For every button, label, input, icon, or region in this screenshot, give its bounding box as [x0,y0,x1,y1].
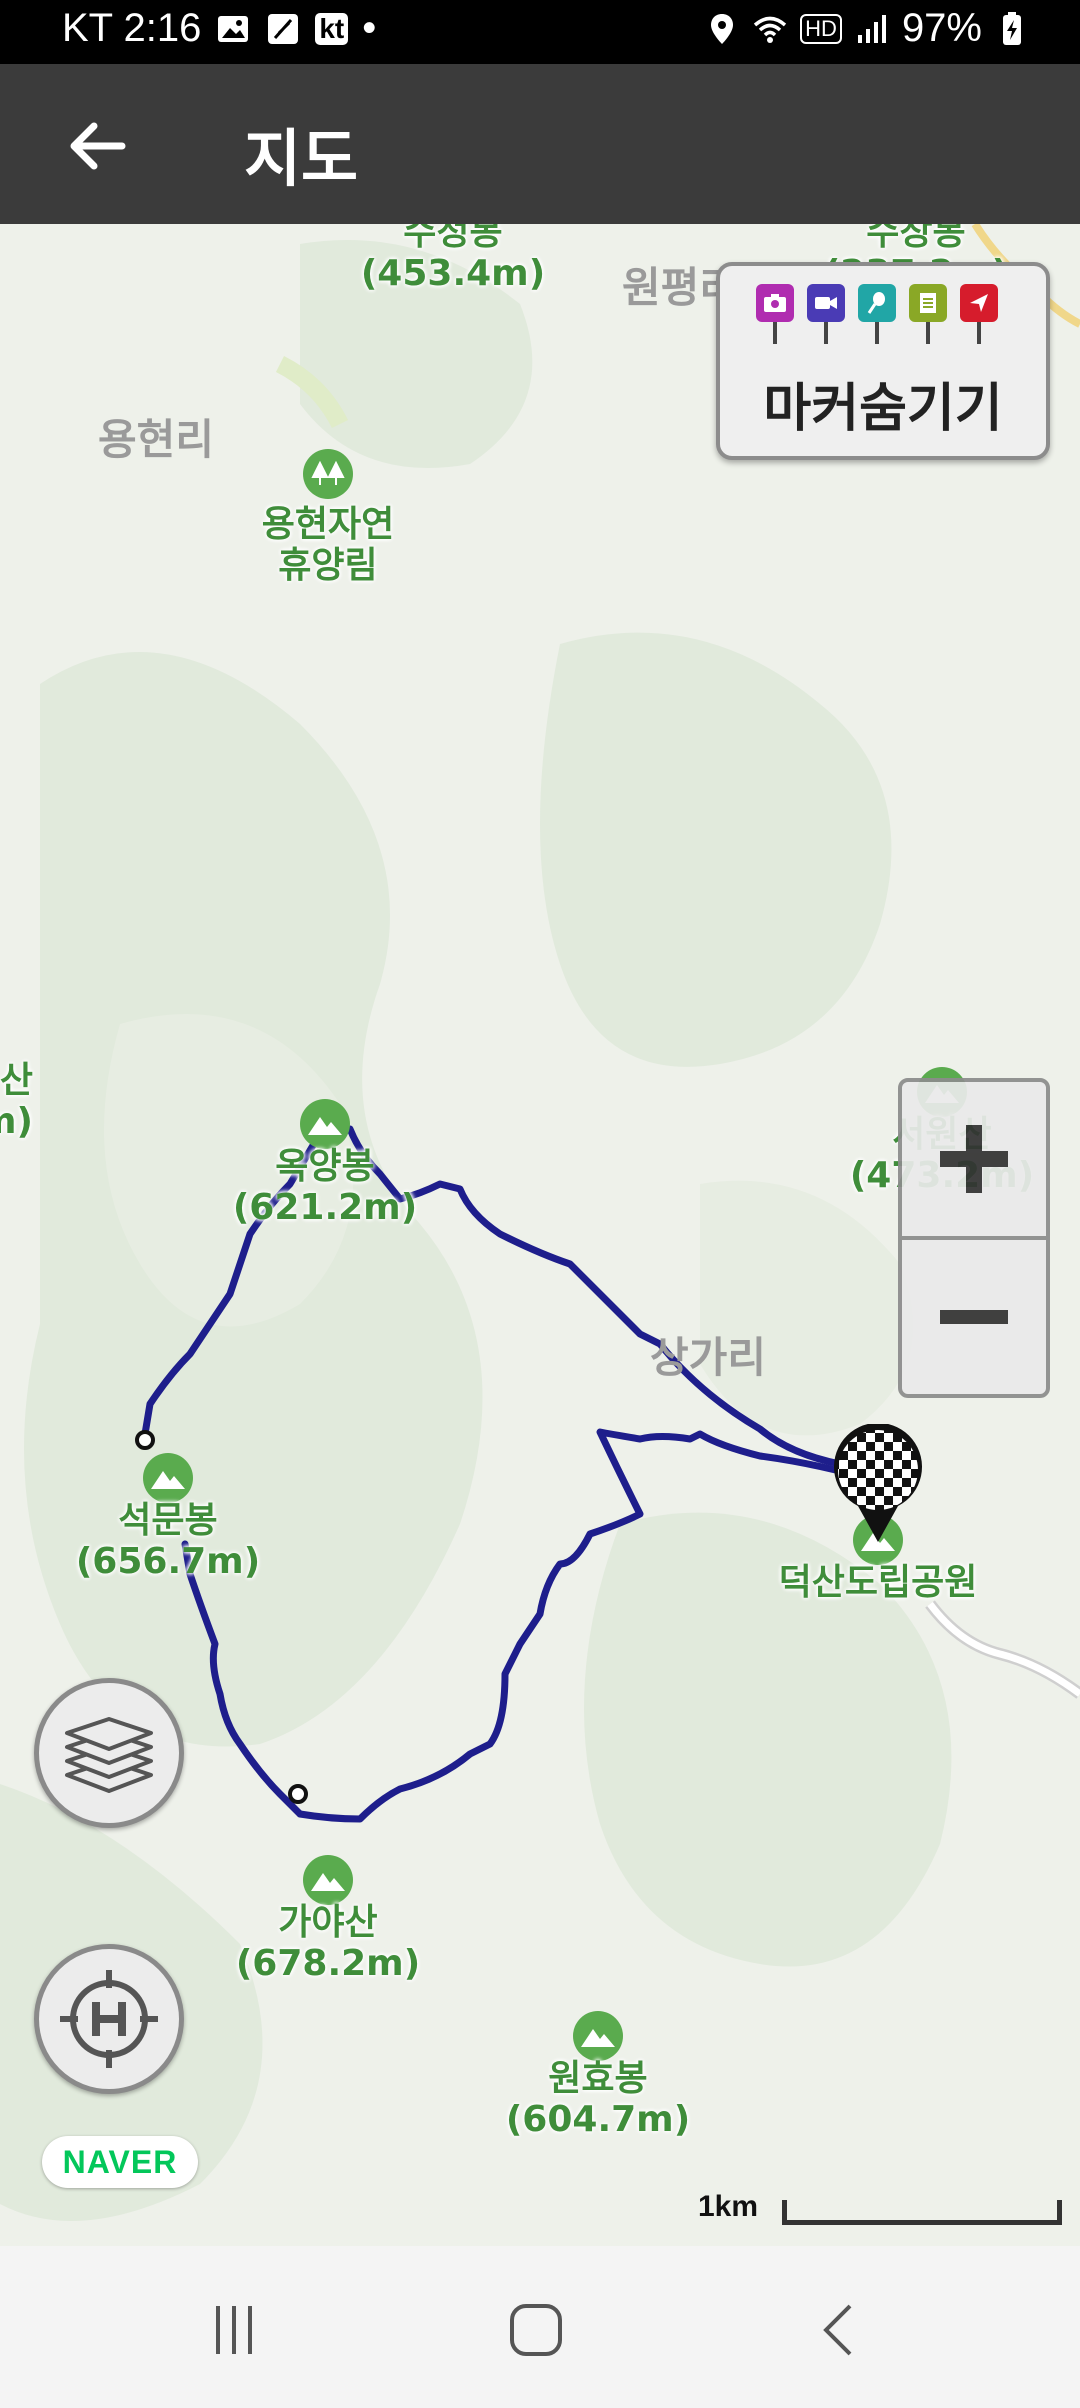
peak-height: (678.2m) [235,1943,421,1985]
naver-logo: NAVER [42,2136,198,2188]
layers-icon [65,1717,153,1793]
zoom-control [898,1078,1050,1398]
peak-height: (656.7m) [75,1541,261,1583]
village-label: 용현리 [98,415,214,464]
feather-icon [268,13,299,44]
peak-height: (604.7m) [505,2099,691,2141]
battery-charging-icon [1003,11,1021,45]
peak-name: 석문봉 [118,1500,218,1541]
peak-label: 원효봉 (604.7m) [506,2058,690,2141]
mountain-icon [143,1453,193,1503]
kt-badge: kt [315,12,349,45]
system-nav-bar [0,2246,1080,2408]
home-icon [510,2304,562,2356]
plus-icon [940,1125,1008,1193]
zoom-in-button[interactable] [902,1082,1046,1236]
scale-bar [782,2200,1062,2225]
mountain-icon [573,2011,623,2061]
peak-height: m) [0,1101,33,1143]
back-icon [823,2304,852,2356]
marker-hide-button[interactable]: 마커숨기기 [716,262,1050,460]
peak-name: 원효봉 [548,2058,648,2099]
status-right: HD 97% [704,6,1030,51]
camera-icon [764,294,786,312]
helipad-target-icon [60,1970,158,2068]
my-location-button[interactable] [34,1944,184,2094]
peak-name: 수창봉 [866,224,966,253]
poi-name-2: 휴양림 [278,545,378,587]
arrow-left-icon [70,122,126,170]
peak-label: 가야산 (678.2m) [236,1902,420,1985]
poi-label: 덕산도립공원 [778,1562,978,1603]
peak-label: 옥양봉 (621.2m) [233,1146,417,1229]
notification-dot: • [362,6,377,50]
signal-icon [857,14,886,43]
voice-icon [867,292,885,314]
recents-icon [216,2306,252,2354]
battery-percent: 97% [901,6,982,50]
minus-icon [940,1310,1008,1324]
camera-marker [756,284,794,344]
recents-button[interactable] [194,2290,274,2370]
voice-marker [858,284,896,344]
app-bar: 지도 [0,64,1080,224]
back-nav-button[interactable] [800,2290,880,2370]
marker-hide-label: 마커숨기기 [763,379,1003,439]
peak-label: 산 m) [0,1060,33,1143]
home-button[interactable] [496,2290,576,2370]
forest-icon [303,449,353,499]
wifi-icon [754,16,787,43]
peak-height: (621.2m) [232,1187,418,1229]
poi-name: 용현자연 [261,504,395,545]
memo-marker [909,284,947,344]
peak-label: 수정봉 (453.4m) [361,224,545,295]
zoom-out-button[interactable] [902,1240,1046,1394]
village-label: 상가리 [650,1333,766,1382]
video-icon [815,297,837,309]
back-button[interactable] [58,106,138,186]
peak-name: 수정봉 [403,224,503,253]
peak-name: 옥양봉 [275,1146,375,1187]
poi-label: 용현자연 휴양림 [262,504,394,587]
location-icon [711,13,734,44]
peak-label: 석문봉 (656.7m) [76,1500,260,1583]
finish-flag-marker-icon[interactable] [830,1424,926,1546]
mountain-icon [303,1855,353,1905]
gallery-icon [218,15,249,42]
video-marker [807,284,845,344]
page-title: 지도 [244,122,359,195]
layers-button[interactable] [34,1678,184,1828]
flag-marker [960,284,998,344]
peak-height: (453.4m) [360,253,546,295]
status-bar: KT 2:16 kt • HD 97% [0,0,1080,64]
peak-name: 산 [0,1060,33,1101]
peak-name: 가야산 [278,1902,378,1943]
mountain-icon [300,1099,350,1149]
marker-flags [756,284,998,344]
memo-icon [920,293,936,313]
flag-icon [970,294,988,312]
status-left: KT 2:16 kt • [62,6,376,51]
scale-label: 1km [698,2190,759,2223]
carrier-time: KT 2:16 [62,6,202,50]
hd-badge: HD [800,13,842,44]
